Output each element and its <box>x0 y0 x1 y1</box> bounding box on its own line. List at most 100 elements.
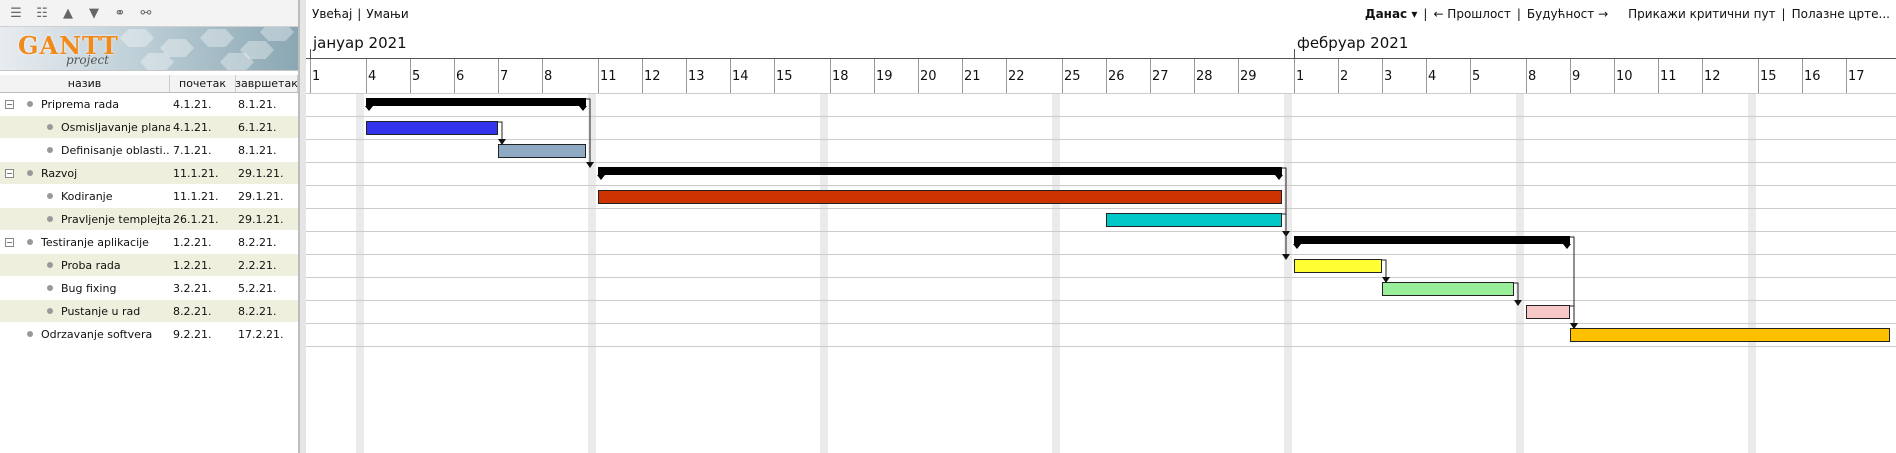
day-label: 28 <box>1196 69 1213 84</box>
task-name-cell[interactable]: Kodiranje <box>0 185 170 208</box>
task-row[interactable]: Pravljenje templejta 26.1.21. 29.1.21. <box>0 208 298 231</box>
task-bar[interactable] <box>366 121 498 135</box>
task-end-cell[interactable]: 6.1.21. <box>236 121 298 134</box>
task-start-cell[interactable]: 1.2.21. <box>170 236 236 249</box>
day-tick <box>918 59 919 93</box>
task-name-cell[interactable]: − Razvoj <box>0 162 170 185</box>
task-end-cell[interactable]: 8.2.21. <box>236 305 298 318</box>
task-start-cell[interactable]: 8.2.21. <box>170 305 236 318</box>
day-tick <box>1382 59 1383 93</box>
task-end-cell[interactable]: 8.1.21. <box>236 98 298 111</box>
task-bar[interactable] <box>498 144 586 158</box>
task-bar[interactable] <box>1106 213 1282 227</box>
task-end-cell[interactable]: 5.2.21. <box>236 282 298 295</box>
task-bar[interactable] <box>1294 259 1382 273</box>
task-start-cell[interactable]: 9.2.21. <box>170 328 236 341</box>
task-row[interactable]: − Priprema rada 4.1.21. 8.1.21. <box>0 93 298 116</box>
weekend-column <box>356 93 364 453</box>
future-link[interactable]: Будућност → <box>1527 7 1608 21</box>
column-header-start[interactable]: почетак <box>170 75 236 92</box>
task-end-cell[interactable]: 29.1.21. <box>236 167 298 180</box>
collapse-toggle-icon[interactable]: − <box>5 237 14 247</box>
day-label: 4 <box>368 69 377 84</box>
task-bullet-icon <box>47 285 53 291</box>
day-label: 26 <box>1108 69 1125 84</box>
task-name-cell[interactable]: Pustanje u rad <box>0 300 170 323</box>
day-tick <box>410 59 411 93</box>
day-label: 5 <box>412 69 421 84</box>
move-down-icon[interactable]: ▼ <box>84 3 104 23</box>
task-start-cell[interactable]: 3.2.21. <box>170 282 236 295</box>
day-label: 13 <box>688 69 705 84</box>
task-row[interactable]: − Razvoj 11.1.21. 29.1.21. <box>0 162 298 185</box>
task-bar[interactable] <box>1526 305 1570 319</box>
task-end-cell[interactable]: 8.2.21. <box>236 236 298 249</box>
task-row[interactable]: Proba rada 1.2.21. 2.2.21. <box>0 254 298 277</box>
task-end-cell[interactable]: 29.1.21. <box>236 213 298 226</box>
task-row[interactable]: Pustanje u rad 8.2.21. 8.2.21. <box>0 300 298 323</box>
task-start-cell[interactable]: 1.2.21. <box>170 259 236 272</box>
column-header-end[interactable]: завршетак <box>235 75 298 92</box>
task-end-cell[interactable]: 29.1.21. <box>236 190 298 203</box>
task-name-cell[interactable]: Osmisljavanje plana <box>0 116 170 139</box>
indent-icon[interactable]: ☷ <box>32 3 52 23</box>
outdent-icon[interactable]: ☰ <box>6 3 26 23</box>
task-row[interactable]: − Testiranje aplikacije 1.2.21. 8.2.21. <box>0 231 298 254</box>
task-row[interactable]: Kodiranje 11.1.21. 29.1.21. <box>0 185 298 208</box>
task-end-cell[interactable]: 17.2.21. <box>236 328 298 341</box>
task-start-cell[interactable]: 4.1.21. <box>170 98 236 111</box>
unlink-icon[interactable]: ⚯ <box>136 3 156 23</box>
task-name-cell[interactable]: − Testiranje aplikacije <box>0 231 170 254</box>
link-icon[interactable]: ⚭ <box>110 3 130 23</box>
summary-task-bar[interactable] <box>1293 236 1571 249</box>
task-end-cell[interactable]: 2.2.21. <box>236 259 298 272</box>
task-name-cell[interactable]: Proba rada <box>0 254 170 277</box>
task-table-body: − Priprema rada 4.1.21. 8.1.21. Osmisljavanj… <box>0 93 298 346</box>
task-bar[interactable] <box>1570 328 1890 342</box>
row-line <box>306 277 1896 278</box>
day-tick <box>1006 59 1007 93</box>
task-bar[interactable] <box>1382 282 1514 296</box>
task-row[interactable]: Odrzavanje softvera 9.2.21. 17.2.21. <box>0 323 298 346</box>
column-header-name[interactable]: назив <box>0 75 170 92</box>
critical-path-link[interactable]: Прикажи критични пут <box>1628 7 1775 21</box>
zoom-out-link[interactable]: Умањи <box>366 7 408 21</box>
task-name-cell[interactable]: Definisanje oblasti... <box>0 139 170 162</box>
day-label: 4 <box>1428 69 1437 84</box>
task-row[interactable]: Bug fixing 3.2.21. 5.2.21. <box>0 277 298 300</box>
task-start-cell[interactable]: 11.1.21. <box>170 190 236 203</box>
collapse-toggle-icon[interactable]: − <box>5 99 14 109</box>
task-name: Testiranje aplikacije <box>41 235 149 249</box>
day-label: 8 <box>544 69 553 84</box>
weekend-column <box>1516 93 1524 453</box>
task-name: Pustanje u rad <box>61 304 141 318</box>
summary-task-bar[interactable] <box>597 167 1283 180</box>
task-name-cell[interactable]: Odrzavanje softvera <box>0 323 170 346</box>
move-up-icon[interactable]: ▲ <box>58 3 78 23</box>
task-start-cell[interactable]: 4.1.21. <box>170 121 236 134</box>
task-row[interactable]: Definisanje oblasti... 7.1.21. 8.1.21. <box>0 139 298 162</box>
day-tick <box>642 59 643 93</box>
task-start-cell[interactable]: 7.1.21. <box>170 144 236 157</box>
day-tick <box>1846 59 1847 93</box>
summary-task-bar[interactable] <box>365 98 587 111</box>
weekend-column <box>1052 93 1060 453</box>
baselines-link[interactable]: Полазне црте... <box>1792 7 1890 21</box>
month-scale: јануар 2021 фебруар 2021 <box>306 27 1896 59</box>
zoom-in-link[interactable]: Увећај <box>312 7 352 21</box>
row-line <box>306 139 1896 140</box>
task-name-cell[interactable]: − Priprema rada <box>0 93 170 116</box>
task-bullet-icon <box>47 216 53 222</box>
task-name: Osmisljavanje plana <box>61 120 170 134</box>
task-name-cell[interactable]: Pravljenje templejta <box>0 208 170 231</box>
past-link[interactable]: ← Прошлост <box>1433 7 1510 21</box>
dependency-line <box>1570 305 1575 328</box>
task-start-cell[interactable]: 11.1.21. <box>170 167 236 180</box>
task-end-cell[interactable]: 8.1.21. <box>236 144 298 157</box>
task-name-cell[interactable]: Bug fixing <box>0 277 170 300</box>
today-button[interactable]: Данас ▾ <box>1365 7 1418 21</box>
collapse-toggle-icon[interactable]: − <box>5 168 14 178</box>
task-row[interactable]: Osmisljavanje plana 4.1.21. 6.1.21. <box>0 116 298 139</box>
task-start-cell[interactable]: 26.1.21. <box>170 213 236 226</box>
task-bar[interactable] <box>598 190 1282 204</box>
